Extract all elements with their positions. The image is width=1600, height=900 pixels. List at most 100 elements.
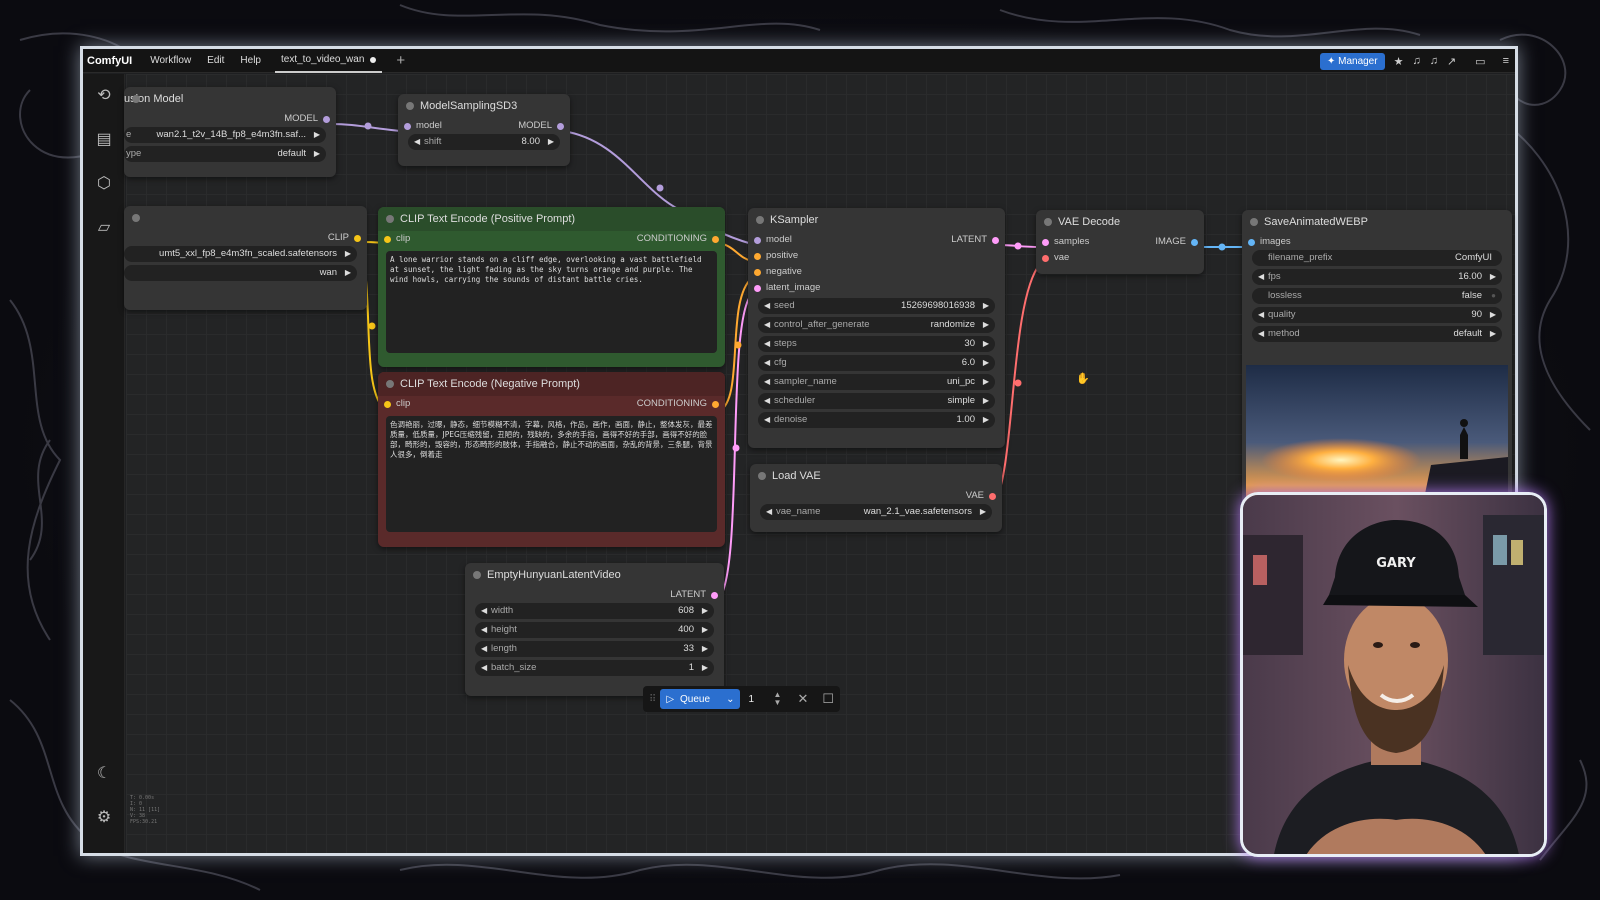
arrow-left-icon[interactable]: ◀: [764, 412, 770, 428]
widget-denoise[interactable]: ◀ denoise 1.00 ▶: [758, 412, 995, 428]
arrow-left-icon[interactable]: ◀: [764, 393, 770, 409]
output-dot-icon[interactable]: [557, 123, 564, 130]
node-clip-positive[interactable]: CLIP Text Encode (Positive Prompt) clip …: [378, 207, 725, 367]
history-icon[interactable]: ⟲: [92, 84, 116, 108]
widget-clip-name[interactable]: umt5_xxl_fp8_e4m3fn_scaled.safetensors ▶: [124, 246, 357, 262]
menu-hamburger-icon[interactable]: ≡: [1503, 55, 1509, 67]
arrow-right-icon[interactable]: ▶: [983, 374, 989, 390]
output-dot-icon[interactable]: [1191, 239, 1198, 246]
positive-prompt-textarea[interactable]: A lone warrior stands on a cliff edge, o…: [386, 251, 717, 353]
arrow-right-icon[interactable]: ▶: [983, 336, 989, 352]
new-tab-icon[interactable]: +: [396, 52, 405, 69]
toggle-dot-icon[interactable]: ●: [1491, 288, 1496, 304]
widget-scheduler[interactable]: ◀ scheduler simple ▶: [758, 393, 995, 409]
workflows-folder-icon[interactable]: ▱: [92, 216, 116, 240]
widget-width[interactable]: ◀ width 608 ▶: [475, 603, 714, 619]
input-dot-icon[interactable]: [754, 253, 761, 260]
slot-dot-icon[interactable]: [711, 592, 718, 599]
stepper-icon[interactable]: ▲ ▼: [774, 691, 782, 707]
arrow-right-icon[interactable]: ▶: [1490, 307, 1496, 323]
node-model-sampling-sd3[interactable]: ModelSamplingSD3 model MODEL ◀ shift 8.0…: [398, 94, 570, 166]
input-dot-icon[interactable]: [384, 401, 391, 408]
widget-seed[interactable]: ◀ seed 15269698016938 ▶: [758, 298, 995, 314]
arrow-left-icon[interactable]: ◀: [481, 641, 487, 657]
menu-edit[interactable]: Edit: [199, 55, 232, 66]
output-slot-vae[interactable]: VAE: [750, 488, 1002, 504]
manager-button[interactable]: ✦ Manager: [1319, 52, 1385, 70]
widget-filename-prefix[interactable]: filename_prefix ComfyUI: [1252, 250, 1502, 266]
negative-prompt-textarea[interactable]: 色调艳丽，过曝，静态，细节模糊不清，字幕，风格，作品，画作，画面，静止，整体发灰…: [386, 416, 717, 532]
widget-sampler-name[interactable]: ◀ sampler_name uni_pc ▶: [758, 374, 995, 390]
stop-icon[interactable]: ☐: [822, 691, 834, 707]
arrow-right-icon[interactable]: ▶: [702, 660, 708, 676]
arrow-left-icon[interactable]: ◀: [764, 355, 770, 371]
input-dot-icon[interactable]: [754, 285, 761, 292]
theme-moon-icon[interactable]: ☾: [92, 762, 116, 786]
arrow-left-icon[interactable]: ◀: [764, 336, 770, 352]
arrow-right-icon[interactable]: ▶: [345, 265, 351, 281]
arrow-left-icon[interactable]: ◀: [1258, 326, 1264, 342]
arrow-left-icon[interactable]: ◀: [414, 134, 420, 150]
widget-cfg[interactable]: ◀ cfg 6.0 ▶: [758, 355, 995, 371]
node-clip-loader[interactable]: CLIP umt5_xxl_fp8_e4m3fn_scaled.safetens…: [124, 206, 367, 310]
output-dot-icon[interactable]: [712, 236, 719, 243]
node-ksampler[interactable]: KSampler model LATENT positive negative …: [748, 208, 1005, 448]
widget-length[interactable]: ◀ length 33 ▶: [475, 641, 714, 657]
model-library-icon[interactable]: ⬡: [92, 172, 116, 196]
bell-icon[interactable]: ♫: [1412, 55, 1420, 67]
arrow-left-icon[interactable]: ◀: [1258, 307, 1264, 323]
arrow-right-icon[interactable]: ▶: [983, 393, 989, 409]
arrow-right-icon[interactable]: ▶: [983, 317, 989, 333]
node-empty-latent-video[interactable]: EmptyHunyuanLatentVideo LATENT ◀ width 608…: [465, 563, 724, 696]
arrow-right-icon[interactable]: ▶: [702, 641, 708, 657]
output-slot-latent[interactable]: LATENT: [465, 587, 724, 603]
input-dot-icon[interactable]: [754, 269, 761, 276]
drag-handle-icon[interactable]: ⠿: [649, 694, 656, 705]
widget-height[interactable]: ◀ height 400 ▶: [475, 622, 714, 638]
slot-dot-icon[interactable]: [989, 493, 996, 500]
arrow-left-icon[interactable]: ◀: [481, 660, 487, 676]
slot-dot-icon[interactable]: [354, 235, 361, 242]
node-load-vae[interactable]: Load VAE VAE ◀ vae_name wan_2.1_vae.safete…: [750, 464, 1002, 532]
widget-shift[interactable]: ◀ shift 8.00 ▶: [408, 134, 560, 150]
arrow-right-icon[interactable]: ▶: [314, 146, 320, 162]
arrow-right-icon[interactable]: ▶: [983, 298, 989, 314]
output-dot-icon[interactable]: [712, 401, 719, 408]
arrow-right-icon[interactable]: ▶: [1490, 269, 1496, 285]
input-dot-icon[interactable]: [754, 237, 761, 244]
widget-steps[interactable]: ◀ steps 30 ▶: [758, 336, 995, 352]
widget-method[interactable]: ◀ method default ▶: [1252, 326, 1502, 342]
cancel-icon[interactable]: ✕: [797, 691, 808, 707]
arrow-left-icon[interactable]: ◀: [764, 317, 770, 333]
chevron-down-icon[interactable]: ⌄: [726, 694, 734, 705]
widget-fps[interactable]: ◀ fps 16.00 ▶: [1252, 269, 1502, 285]
widget-clip-type[interactable]: wan ▶: [124, 265, 357, 281]
widget-batch-size[interactable]: ◀ batch_size 1 ▶: [475, 660, 714, 676]
menu-workflow[interactable]: Workflow: [142, 55, 199, 66]
arrow-right-icon[interactable]: ▶: [1490, 326, 1496, 342]
widget-unet-name[interactable]: e wan2.1_t2v_14B_fp8_e4m3fn.saf... ▶: [124, 127, 326, 143]
output-dot-icon[interactable]: [992, 237, 999, 244]
output-slot-clip[interactable]: CLIP: [124, 230, 367, 246]
arrow-right-icon[interactable]: ▶: [345, 246, 351, 262]
arrow-right-icon[interactable]: ▶: [980, 504, 986, 520]
arrow-left-icon[interactable]: ◀: [764, 298, 770, 314]
input-dot-icon[interactable]: [384, 236, 391, 243]
input-dot-icon[interactable]: [1042, 255, 1049, 262]
arrow-right-icon[interactable]: ▶: [983, 412, 989, 428]
arrow-left-icon[interactable]: ◀: [766, 504, 772, 520]
arrow-right-icon[interactable]: ▶: [983, 355, 989, 371]
panel-toggle-icon[interactable]: ▭: [1475, 55, 1485, 68]
widget-lossless[interactable]: lossless false ●: [1252, 288, 1502, 304]
node-diffusion-model[interactable]: usion Model MODEL e wan2.1_t2v_14B_fp8_e…: [124, 87, 336, 177]
node-vae-decode[interactable]: VAE Decode samples IMAGE vae: [1036, 210, 1204, 274]
input-dot-icon[interactable]: [1042, 239, 1049, 246]
arrow-left-icon[interactable]: ◀: [481, 622, 487, 638]
arrow-left-icon[interactable]: ◀: [481, 603, 487, 619]
widget-quality[interactable]: ◀ quality 90 ▶: [1252, 307, 1502, 323]
settings-gear-icon[interactable]: ⚙: [92, 806, 116, 830]
batch-count-input[interactable]: 1: [744, 694, 769, 705]
queue-button[interactable]: ▷ Queue ⌄: [660, 689, 741, 709]
notification-icon[interactable]: ♫: [1430, 55, 1438, 67]
widget-control-after-generate[interactable]: ◀ control_after_generate randomize ▶: [758, 317, 995, 333]
